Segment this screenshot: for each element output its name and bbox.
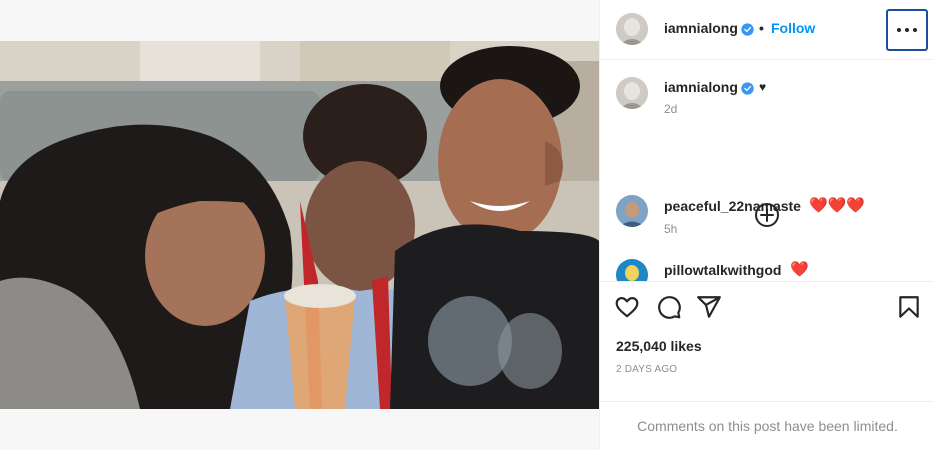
post-side-panel: iamnialong • Follow iamnialong ♥ 2d peac… — [599, 0, 934, 450]
avatar-image — [616, 259, 648, 281]
caption-author-username[interactable]: iamnialong — [664, 79, 738, 95]
avatar-image — [616, 77, 648, 109]
more-options-button[interactable] — [886, 9, 928, 51]
author-username[interactable]: iamnialong — [664, 20, 738, 36]
comment-icon[interactable] — [656, 294, 682, 320]
post-photo[interactable] — [0, 41, 599, 409]
avatar-image — [616, 195, 648, 227]
verified-badge-icon — [741, 82, 754, 95]
share-icon[interactable] — [696, 294, 722, 320]
comment-timestamp: 5h — [664, 222, 678, 236]
commenter-avatar[interactable] — [616, 259, 648, 281]
media-pane — [0, 0, 599, 450]
author-avatar[interactable] — [616, 13, 648, 45]
post-header: iamnialong • Follow — [600, 0, 934, 60]
comment-text: ❤️ — [790, 261, 809, 278]
comments-section: iamnialong ♥ 2d peaceful_22namaste ❤️❤️❤… — [600, 61, 934, 281]
post-actions: 225,040 likes 2 DAYS AGO — [600, 281, 934, 401]
comments-limited-notice: Comments on this post have been limited. — [600, 401, 934, 450]
more-options-icon — [897, 28, 901, 32]
commenter-avatar[interactable] — [616, 195, 648, 227]
separator-dot: • — [759, 20, 764, 36]
comments-limited-text: Comments on this post have been limited. — [637, 418, 898, 434]
caption-author-avatar[interactable] — [616, 77, 648, 109]
caption-text: ♥ — [759, 80, 767, 94]
bookmark-icon[interactable] — [896, 294, 922, 320]
follow-button[interactable]: Follow — [771, 20, 815, 36]
comment-username[interactable]: peaceful_22namaste — [664, 198, 801, 214]
heart-icon[interactable] — [614, 294, 640, 320]
photo-illustration — [0, 41, 599, 409]
comment-text: ❤️❤️❤️ — [809, 197, 866, 214]
post-timestamp[interactable]: 2 DAYS AGO — [616, 364, 677, 375]
verified-badge-icon — [741, 23, 754, 36]
avatar-image — [616, 13, 648, 45]
caption-timestamp: 2d — [664, 102, 678, 116]
comment-username[interactable]: pillowtalkwithgod — [664, 262, 781, 278]
likes-count[interactable]: 225,040 likes — [616, 338, 702, 354]
